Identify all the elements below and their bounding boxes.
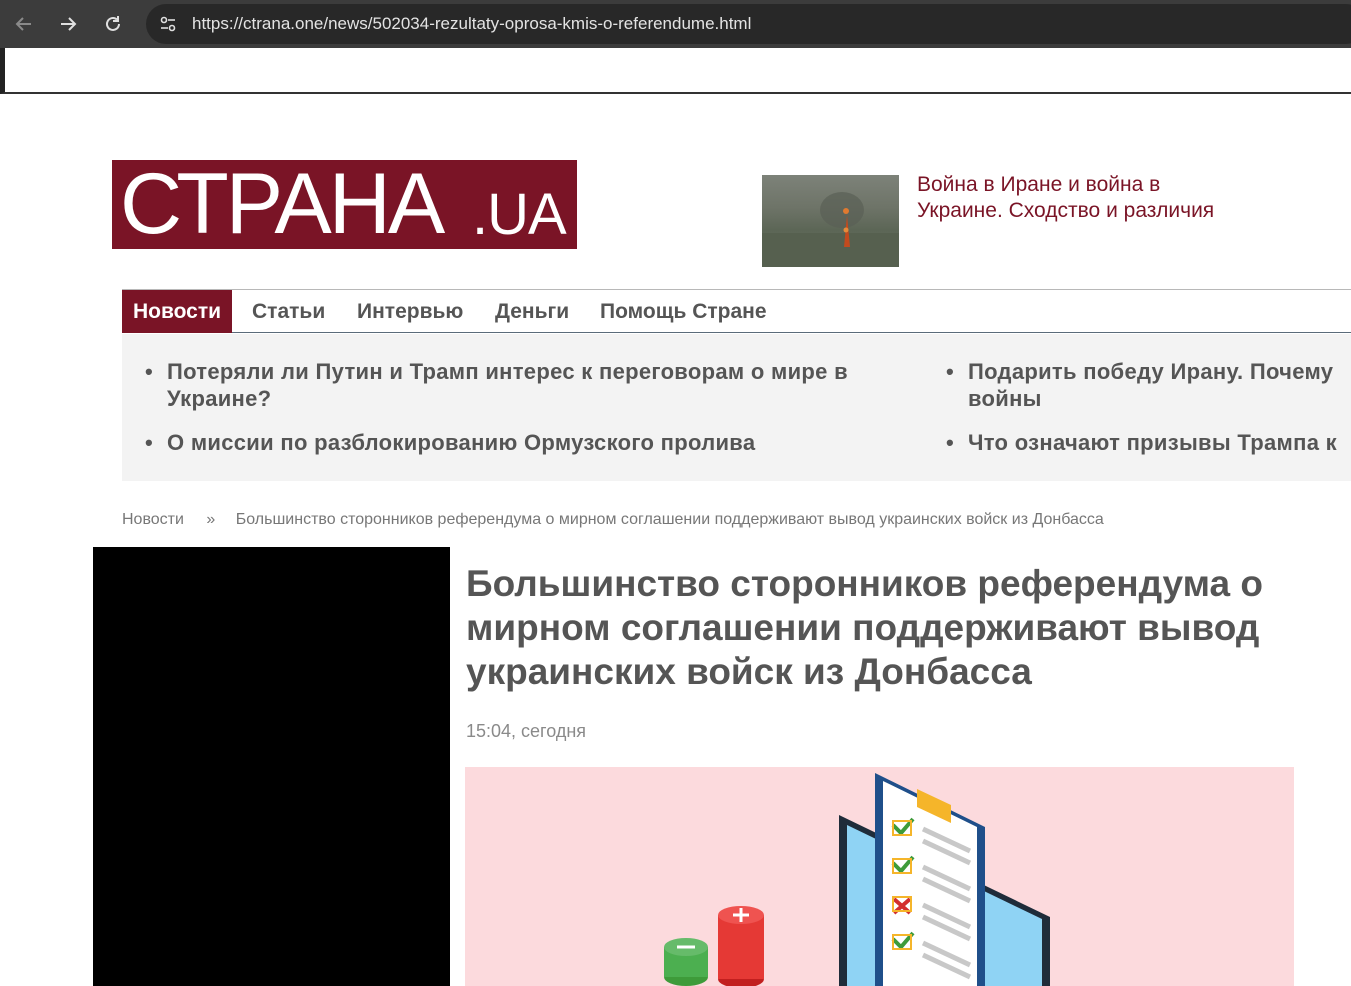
arrow-left-icon — [15, 17, 31, 31]
hot-news-item[interactable]: • О миссии по разблокированию Ормузского… — [145, 429, 887, 456]
left-media-block — [93, 547, 450, 986]
bullet-icon: • — [946, 359, 955, 384]
article-hero-image — [465, 767, 1294, 986]
nav-item-articles[interactable]: Статьи — [252, 290, 325, 333]
main-nav: Новости Статьи Интервью Деньги Помощь Ст… — [122, 289, 1351, 333]
tune-icon — [160, 16, 176, 32]
bullet-icon: • — [145, 430, 154, 455]
hot-news-panel: • Потеряли ли Путин и Трамп интерес к пе… — [122, 334, 1351, 481]
nav-item-help[interactable]: Помощь Стране — [600, 290, 767, 333]
breadcrumb-current: Большинство сторонников референдума о ми… — [235, 511, 1104, 528]
hot-news-item[interactable]: • Подарить победу Ирану. Почему войны — [946, 358, 1351, 412]
bullet-icon: • — [946, 430, 955, 455]
hot-news-item[interactable]: • Потеряли ли Путин и Трамп интерес к пе… — [145, 358, 887, 412]
breadcrumb-root[interactable]: Новости — [122, 511, 184, 529]
nav-item-news[interactable]: Новости — [122, 290, 233, 333]
logo-main-text: СТРАНА — [120, 160, 445, 249]
nav-item-interviews[interactable]: Интервью — [357, 290, 463, 333]
url-text[interactable]: https://ctrana.one/news/502034-rezultaty… — [192, 14, 751, 34]
article-time: 15:04, сегодня — [466, 721, 587, 741]
nav-item-money[interactable]: Деньги — [495, 290, 569, 333]
promo-link[interactable]: Война в Иране и война в Украине. Сходств… — [917, 172, 1217, 224]
hot-news-item[interactable]: • Что означают призывы Трампа к — [946, 429, 1351, 456]
back-button[interactable] — [8, 8, 40, 40]
reload-icon — [106, 16, 120, 31]
logo-suffix-text: .UA — [472, 182, 567, 247]
survey-illustration — [664, 773, 1050, 986]
breadcrumb-separator: » — [206, 511, 216, 528]
reload-button[interactable] — [97, 8, 129, 40]
promo-thumbnail[interactable] — [762, 175, 899, 267]
arrow-right-icon — [61, 17, 77, 31]
bullet-icon: • — [145, 359, 154, 384]
site-info-button[interactable] — [156, 12, 180, 36]
forward-button[interactable] — [52, 8, 84, 40]
address-bar[interactable]: https://ctrana.one/news/502034-rezultaty… — [146, 4, 1351, 44]
site-logo[interactable]: СТРАНА .UA — [112, 160, 577, 249]
smoke-fire-image — [762, 192, 899, 267]
breadcrumb: Новости » Большинство сторонников рефере… — [122, 511, 1104, 529]
page-top-bar — [0, 48, 1351, 94]
browser-toolbar: https://ctrana.one/news/502034-rezultaty… — [0, 0, 1351, 48]
article-title: Большинство сторонников референдума о ми… — [466, 563, 1263, 692]
